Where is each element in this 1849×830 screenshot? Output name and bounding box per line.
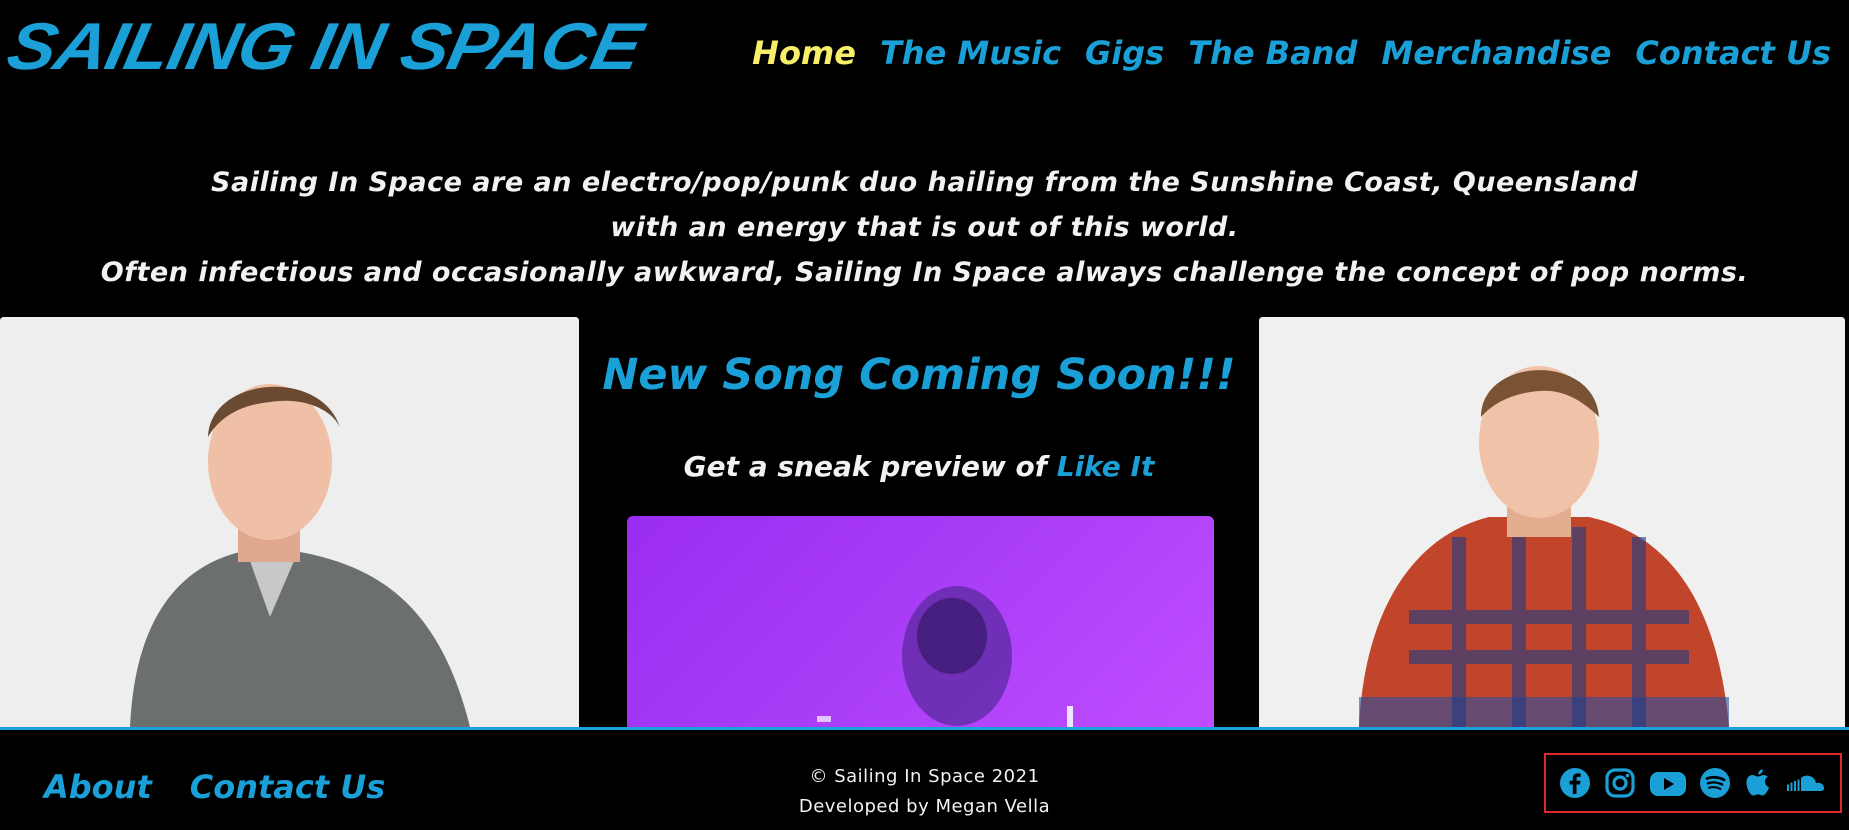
social-links: [1544, 753, 1842, 813]
nav-the-music[interactable]: The Music: [880, 35, 1061, 71]
like-it-link[interactable]: Like It: [1057, 450, 1155, 483]
soundcloud-icon[interactable]: [1785, 767, 1827, 799]
site-footer: About Contact Us © Sailing In Space 2021…: [0, 727, 1849, 830]
new-song-heading: New Song Coming Soon!!!: [602, 350, 1236, 400]
nav-the-band[interactable]: The Band: [1188, 35, 1357, 71]
main-nav: Home The Music Gigs The Band Merchandise…: [752, 35, 1831, 71]
preview-text: Get a sneak preview of: [683, 450, 1057, 483]
nav-merchandise[interactable]: Merchandise: [1381, 35, 1611, 71]
band-member-photo-right: [1259, 317, 1845, 727]
band-intro: Sailing In Space are an electro/pop/punk…: [0, 160, 1849, 295]
band-member-photo-left: [0, 317, 579, 727]
nav-home[interactable]: Home: [752, 35, 856, 71]
nav-gigs[interactable]: Gigs: [1085, 35, 1164, 71]
spotify-icon[interactable]: [1699, 767, 1731, 799]
song-preview-video[interactable]: [627, 516, 1214, 727]
nav-contact-us[interactable]: Contact Us: [1635, 35, 1831, 71]
sneak-preview-text: Get a sneak preview of Like It: [579, 450, 1259, 483]
apple-icon[interactable]: [1744, 767, 1772, 799]
site-logo[interactable]: SAILING IN SPACE: [1, 10, 647, 84]
youtube-icon[interactable]: [1649, 767, 1687, 799]
intro-line-3: Often infectious and occasionally awkwar…: [100, 257, 1749, 288]
intro-line-2: with an energy that is out of this world…: [610, 212, 1239, 243]
instagram-icon[interactable]: [1604, 767, 1636, 799]
intro-line-1: Sailing In Space are an electro/pop/punk…: [211, 167, 1638, 198]
facebook-icon[interactable]: [1559, 767, 1591, 799]
